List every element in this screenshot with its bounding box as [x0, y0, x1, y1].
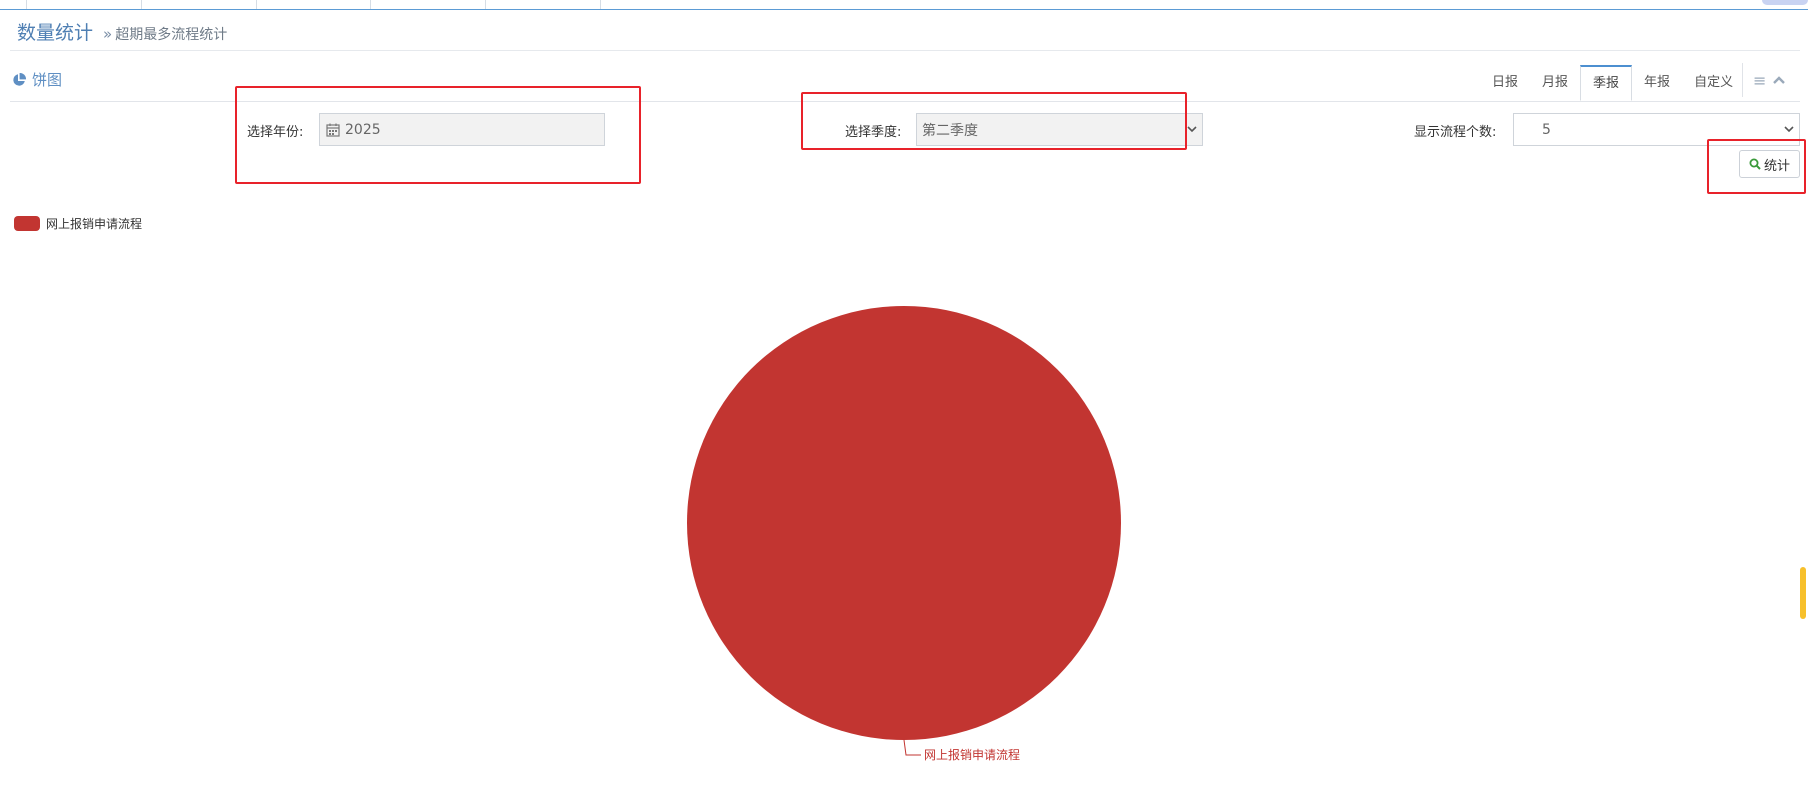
- collapse-icon[interactable]: [1772, 75, 1786, 85]
- panel-title-label: 饼图: [32, 71, 63, 89]
- breadcrumb-separator: »: [103, 25, 113, 43]
- count-select-value: 5: [1542, 121, 1551, 138]
- legend-swatch: [14, 216, 40, 231]
- top-tab[interactable]: [27, 0, 142, 9]
- tab-yearly[interactable]: 年报: [1632, 65, 1682, 101]
- breadcrumb-current: 超期最多流程统计: [115, 27, 228, 43]
- tab-quarterly[interactable]: 季报: [1580, 65, 1633, 101]
- pie-slice[interactable]: [687, 306, 1121, 740]
- page-title[interactable]: 数量统计: [17, 18, 93, 45]
- top-tab[interactable]: [486, 0, 601, 9]
- panel-title: 饼图: [12, 69, 62, 90]
- menu-icon[interactable]: ≡: [1753, 71, 1766, 90]
- tab-monthly[interactable]: 月报: [1530, 65, 1580, 101]
- top-tab[interactable]: [142, 0, 257, 9]
- pie-chart: 网上报销申请流程: [687, 306, 1121, 762]
- top-tab[interactable]: [371, 0, 486, 9]
- tab-daily[interactable]: 日报: [1480, 65, 1530, 101]
- tab-custom[interactable]: 自定义: [1682, 65, 1745, 101]
- top-tab-strip: [0, 0, 1808, 10]
- chevron-down-icon: [1784, 126, 1794, 133]
- period-tabs: 日报 月报 季报 年报 自定义: [1480, 65, 1745, 101]
- panel-tools: ≡: [1742, 63, 1786, 97]
- scroll-indicator[interactable]: [1800, 567, 1806, 619]
- slice-label: 网上报销申请流程: [924, 747, 1020, 762]
- pie-chart-icon: [13, 72, 26, 86]
- top-tab[interactable]: [257, 0, 371, 9]
- annotation-box: [801, 92, 1187, 150]
- top-tab[interactable]: [0, 0, 27, 9]
- chevron-down-icon: [1187, 126, 1197, 133]
- annotation-box: [235, 86, 641, 184]
- count-label: 显示流程个数:: [1414, 125, 1497, 140]
- annotation-box: [1707, 139, 1806, 194]
- divider: [10, 50, 1800, 51]
- breadcrumb: 数量统计 » 超期最多流程统计: [17, 18, 227, 48]
- window-corner: [1762, 0, 1808, 5]
- slice-label-line: [903, 739, 921, 756]
